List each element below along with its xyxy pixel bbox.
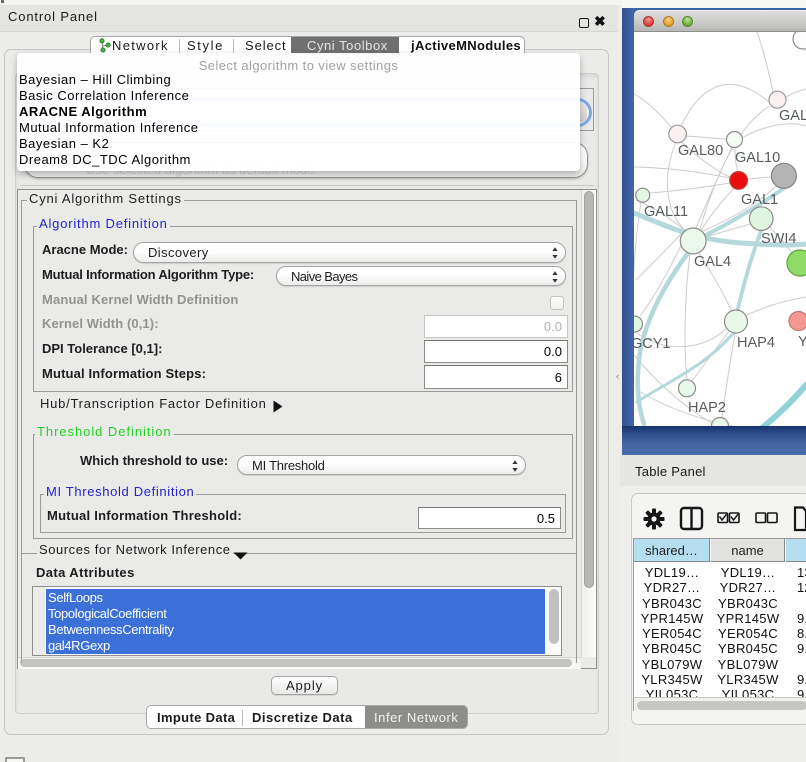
svg-text:GAL80: GAL80 [678,143,723,159]
svg-text:HAP4: HAP4 [737,335,775,351]
svg-text:Y: Y [798,334,806,350]
svg-text:GAL10: GAL10 [735,150,780,166]
svg-text:GCY1: GCY1 [634,336,671,352]
svg-text:GAL4: GAL4 [694,254,731,270]
svg-text:SWI4: SWI4 [761,231,796,247]
svg-text:HAP2: HAP2 [688,400,726,416]
svg-text:GAL7: GAL7 [779,108,806,124]
svg-text:GAL1: GAL1 [741,192,778,208]
svg-text:GAL11: GAL11 [644,204,688,220]
